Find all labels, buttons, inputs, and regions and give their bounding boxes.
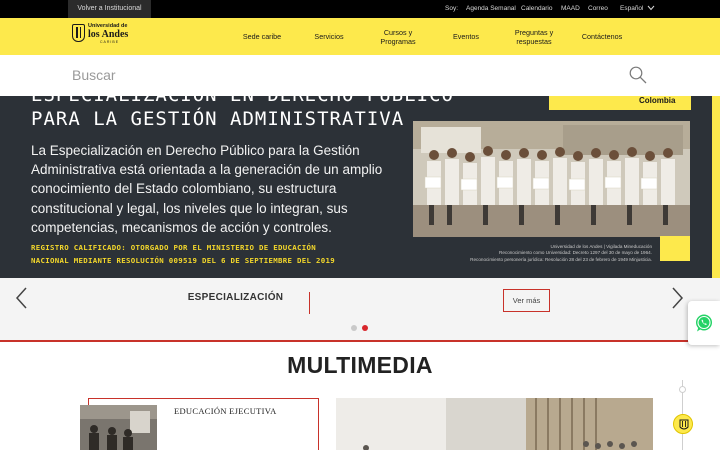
graduates-photo-image bbox=[413, 121, 690, 237]
nav-item-label-line-2: Programas bbox=[380, 36, 416, 46]
top-link-maad[interactable]: MAAD bbox=[561, 0, 580, 18]
rail-logo-mark-icon bbox=[679, 419, 689, 430]
logo-line-2: los Andes bbox=[88, 29, 129, 40]
hero-registry-line-2: NACIONAL MEDIANTE RESOLUCIÓN 009519 DEL … bbox=[31, 256, 335, 265]
nav-item-label-line-1: Cursos y bbox=[383, 27, 413, 37]
top-link-calendario[interactable]: Calendario bbox=[521, 0, 552, 18]
slider-next-button[interactable] bbox=[668, 285, 686, 311]
hero-title-line-2: PARA LA GESTIÓN ADMINISTRATIVA bbox=[31, 108, 405, 130]
hero-yellow-edge bbox=[712, 96, 720, 278]
university-logo[interactable]: Universidad de los Andes CARIBE bbox=[72, 22, 134, 46]
slider-dot-2-active[interactable] bbox=[362, 325, 368, 331]
side-rail-logo-icon[interactable] bbox=[673, 414, 693, 434]
whatsapp-icon bbox=[696, 314, 712, 332]
section-divider bbox=[0, 340, 720, 342]
multimedia-card-title: EDUCACIÓN EJECUTIVA bbox=[174, 406, 277, 416]
hero-registry-line-1: REGISTRO CALIFICADO: OTORGADO POR EL MIN… bbox=[31, 243, 316, 252]
nav-item-contactenos[interactable]: Contáctenos bbox=[576, 18, 628, 55]
hero-banner[interactable]: ESPECIALIZACIÓN EN DERECHO PÚBLICO PARA … bbox=[0, 96, 720, 278]
arrow-left-icon bbox=[15, 287, 27, 309]
multimedia-video[interactable] bbox=[336, 398, 653, 450]
multimedia-card-thumbnail[interactable] bbox=[80, 405, 157, 450]
hero-registry-text: REGISTRO CALIFICADO: OTORGADO POR EL MIN… bbox=[31, 241, 411, 267]
top-link-correo-text[interactable]: Correo bbox=[588, 5, 608, 12]
multimedia-heading: MULTIMEDIA bbox=[287, 352, 433, 378]
nav-item-label: Preguntas y respuestas bbox=[515, 28, 553, 46]
accreditation-caption: Universidad de los Andes | Vigilada Mine… bbox=[420, 244, 652, 263]
logo-line-3: CARIBE bbox=[100, 40, 120, 44]
search-bar bbox=[0, 55, 720, 96]
top-link-maad-text[interactable]: MAAD bbox=[561, 5, 580, 12]
nav-item-cursos-programas[interactable]: Cursos y Programas bbox=[372, 18, 424, 55]
side-rail-dot[interactable] bbox=[679, 386, 686, 393]
photo-yellow-accent bbox=[660, 236, 690, 261]
nav-item-preguntas-respuestas[interactable]: Preguntas y respuestas bbox=[506, 18, 562, 55]
caption-line-3: Reconocimiento personería jurídica: Reso… bbox=[470, 256, 652, 262]
slider-dot-1[interactable] bbox=[351, 325, 357, 331]
top-link-agenda-text[interactable]: Agenda Semanal bbox=[466, 5, 516, 12]
top-link-calendario-text[interactable]: Calendario bbox=[521, 5, 552, 12]
nav-item-eventos[interactable]: Eventos bbox=[444, 18, 488, 55]
nav-item-label-line-1: Preguntas y bbox=[514, 27, 554, 37]
logo-mark-icon bbox=[72, 24, 85, 42]
nav-item-label: Contáctenos bbox=[581, 32, 623, 41]
search-button[interactable] bbox=[628, 65, 648, 85]
top-link-agenda[interactable]: Agenda Semanal bbox=[466, 0, 516, 18]
chevron-down-icon bbox=[647, 5, 655, 11]
hero-title-line-1: ESPECIALIZACIÓN EN DERECHO PÚBLICO bbox=[31, 96, 454, 106]
back-to-institutional-link[interactable]: Volver a Institucional bbox=[68, 0, 151, 18]
nav-item-label: Servicios bbox=[314, 32, 344, 41]
nav-item-sede-caribe[interactable]: Sede caribe bbox=[236, 18, 288, 55]
nav-item-label: Sede caribe bbox=[242, 32, 282, 41]
classroom-photo-image bbox=[80, 405, 157, 450]
ver-mas-button[interactable]: Ver más bbox=[503, 289, 550, 312]
whatsapp-button[interactable] bbox=[688, 301, 720, 345]
graduates-group-photo bbox=[413, 121, 690, 237]
nav-item-label: Eventos bbox=[453, 32, 479, 41]
slider-prev-button[interactable] bbox=[13, 285, 31, 311]
page: Volver a Institucional Soy: Agenda Seman… bbox=[0, 0, 720, 450]
top-utility-bar: Volver a Institucional Soy: Agenda Seman… bbox=[0, 0, 720, 18]
auditorium-photo-image bbox=[336, 398, 653, 450]
search-input[interactable] bbox=[72, 63, 592, 87]
slider-navigation bbox=[0, 278, 720, 340]
language-selector[interactable]: Español bbox=[620, 0, 655, 18]
language-selector-label: Español bbox=[620, 5, 644, 12]
hero-description: La Especialización en Derecho Público pa… bbox=[31, 143, 383, 235]
nav-item-servicios[interactable]: Servicios bbox=[306, 18, 352, 55]
hero-tag-text: Colombia bbox=[639, 96, 676, 105]
search-icon bbox=[629, 66, 647, 84]
nav-item-label: Cursos y Programas bbox=[380, 28, 415, 46]
arrow-right-icon bbox=[672, 287, 684, 309]
nav-item-label-line-2: respuestas bbox=[516, 36, 552, 46]
slide-category-text: ESPECIALIZACIÓN bbox=[187, 292, 284, 303]
slide-category-label: ESPECIALIZACIÓN bbox=[170, 292, 310, 314]
soy-label: Soy: bbox=[445, 5, 459, 12]
top-link-correo[interactable]: Correo bbox=[588, 0, 608, 18]
